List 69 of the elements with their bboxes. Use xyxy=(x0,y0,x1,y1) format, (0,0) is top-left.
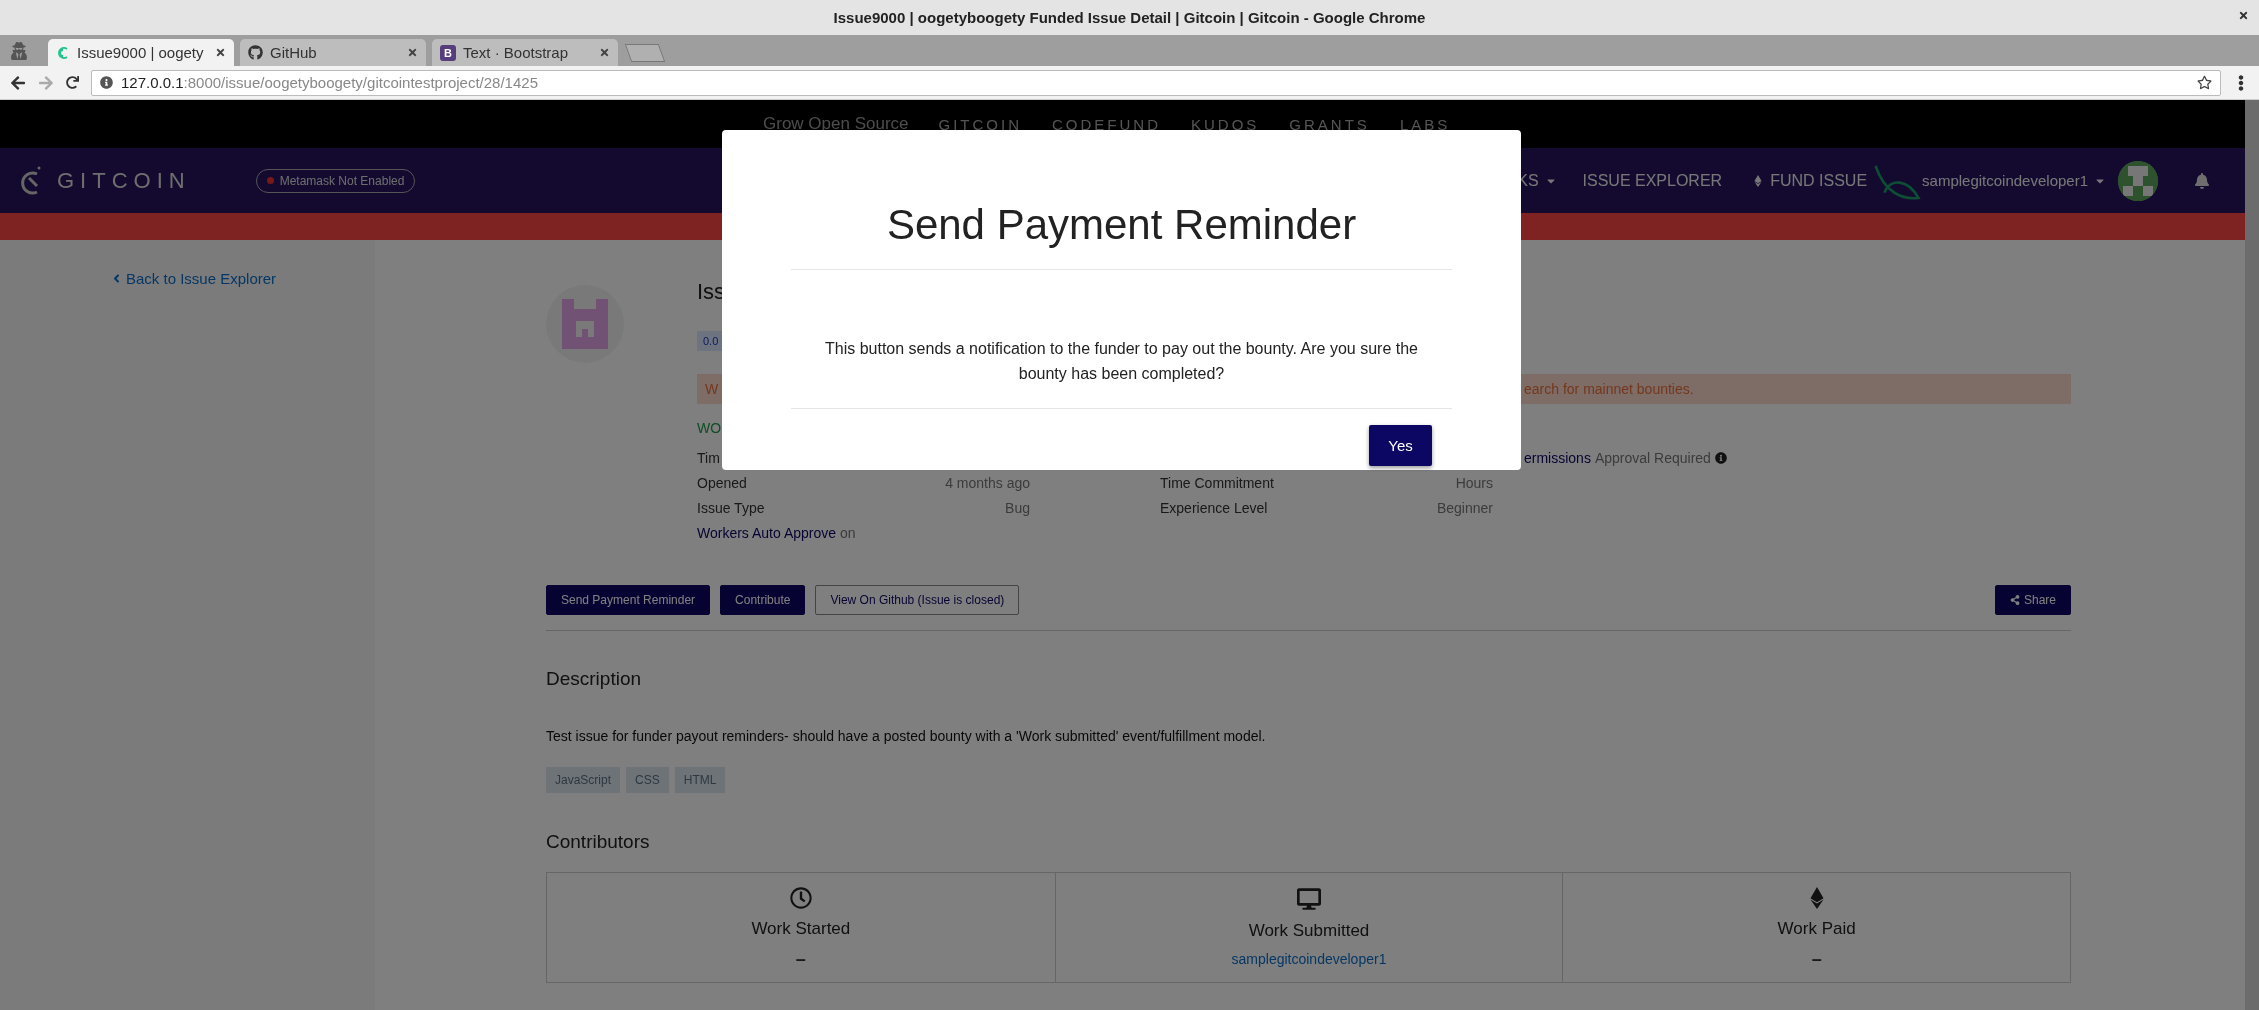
product-link[interactable]: CODEFUND xyxy=(1052,115,1161,133)
detail-value: on xyxy=(840,524,856,541)
nav-link[interactable]: FUND ISSUE xyxy=(1752,171,1868,190)
back-link[interactable]: Back to Issue Explorer xyxy=(110,268,375,288)
detail-value: Approval Required xyxy=(1594,449,1711,466)
nav-link[interactable]: ISSUE EXPLORER xyxy=(1582,171,1723,190)
tab-favicon: B xyxy=(440,44,456,61)
warning-text: W xyxy=(705,381,720,397)
detail-label: Tim xyxy=(697,449,720,466)
user-link[interactable]: samplegitcoindeveloper1 xyxy=(1231,951,1387,967)
back-icon[interactable] xyxy=(10,74,26,91)
swirl-icon xyxy=(56,45,70,60)
bell-icon[interactable] xyxy=(2194,172,2210,189)
monitor-icon xyxy=(1297,887,1321,911)
window-title: Issue9000 | oogetyboogety Funded Issue Detail | Gitcoin | Gitcoin - Google Chrome xyxy=(833,9,1426,26)
detail-label: Workers Auto Approve xyxy=(697,524,837,541)
reload-icon[interactable] xyxy=(66,76,79,89)
stage-label: Work Paid xyxy=(1777,919,1856,939)
detail-label: Experience Level xyxy=(1160,499,1268,516)
product-link[interactable]: LABS xyxy=(1399,115,1451,133)
section-heading: Description xyxy=(546,668,642,690)
info-icon[interactable] xyxy=(1714,451,1727,464)
section-heading: Contributors xyxy=(546,831,650,853)
action-button[interactable]: View On Github (Issue is closed) xyxy=(815,585,1020,615)
amount-badge: 0.0 xyxy=(697,331,725,351)
close-icon[interactable] xyxy=(215,47,226,58)
modal-message: This button sends a notification to the funder to pay out the bounty. Are you sure the bounty has been completed? xyxy=(791,270,1452,409)
browser-tab[interactable]: GitHub xyxy=(240,39,426,66)
browser-tab[interactable]: B Text · Bootstrap xyxy=(432,39,618,66)
skill-tag: CSS xyxy=(626,767,669,793)
product-link[interactable]: GRANTS xyxy=(1289,115,1370,133)
action-button[interactable]: Send Payment Reminder xyxy=(546,585,711,615)
action-button[interactable]: Contribute xyxy=(720,585,806,615)
user-menu[interactable]: samplegitcoindeveloper1 xyxy=(1922,172,2106,189)
detail-value: Beginner xyxy=(1436,499,1493,516)
user-avatar[interactable] xyxy=(2118,160,2158,201)
clock-icon xyxy=(789,887,812,909)
stage-label: Work Started xyxy=(751,919,851,939)
detail-label: Time Commitment xyxy=(1160,474,1274,491)
detail-value: Bug xyxy=(1005,499,1030,516)
stage-value: – xyxy=(795,949,806,970)
status-text: WO xyxy=(697,420,722,438)
share-icon xyxy=(2009,595,2020,605)
yes-button[interactable]: Yes xyxy=(1369,425,1432,466)
close-icon[interactable] xyxy=(407,47,418,58)
share-button[interactable]: Share xyxy=(1994,585,2071,615)
detail-value: Hours xyxy=(1455,474,1493,491)
warning-text: earch for mainnet bounties. xyxy=(1524,381,1695,397)
address-field[interactable]: 127.0.0.1:8000/issue/oogetyboogety/gitcointestproject/28/1425 xyxy=(91,69,2221,96)
stage-value: – xyxy=(1811,949,1822,970)
description-text: Test issue for funder payout reminders- should have a posted bounty with a 'Work submitted' event/fulfillment model. xyxy=(546,728,1267,744)
detail-value: 4 months ago xyxy=(945,474,1030,491)
modal-title: Send Payment Reminder xyxy=(791,130,1452,270)
skill-tag: HTML xyxy=(674,767,726,793)
detail-label: Issue Type xyxy=(697,499,765,516)
github-icon xyxy=(248,45,263,60)
scrollbar[interactable] xyxy=(2245,100,2259,1010)
brand-name: GITCOIN xyxy=(57,167,191,194)
browser-tab[interactable]: Issue9000 | oogety xyxy=(48,39,234,66)
stage-label: Work Submitted xyxy=(1248,921,1370,941)
star-icon[interactable] xyxy=(2197,75,2212,90)
product-link[interactable]: GITCOIN xyxy=(938,115,1022,133)
info-icon[interactable] xyxy=(100,76,113,89)
detail-label: Opened xyxy=(697,474,747,491)
close-icon[interactable] xyxy=(599,47,610,58)
close-icon[interactable] xyxy=(2238,10,2249,21)
incognito-icon xyxy=(10,41,28,60)
skill-tag: JavaScript xyxy=(546,767,621,793)
detail-label: ermissions xyxy=(1524,449,1591,466)
